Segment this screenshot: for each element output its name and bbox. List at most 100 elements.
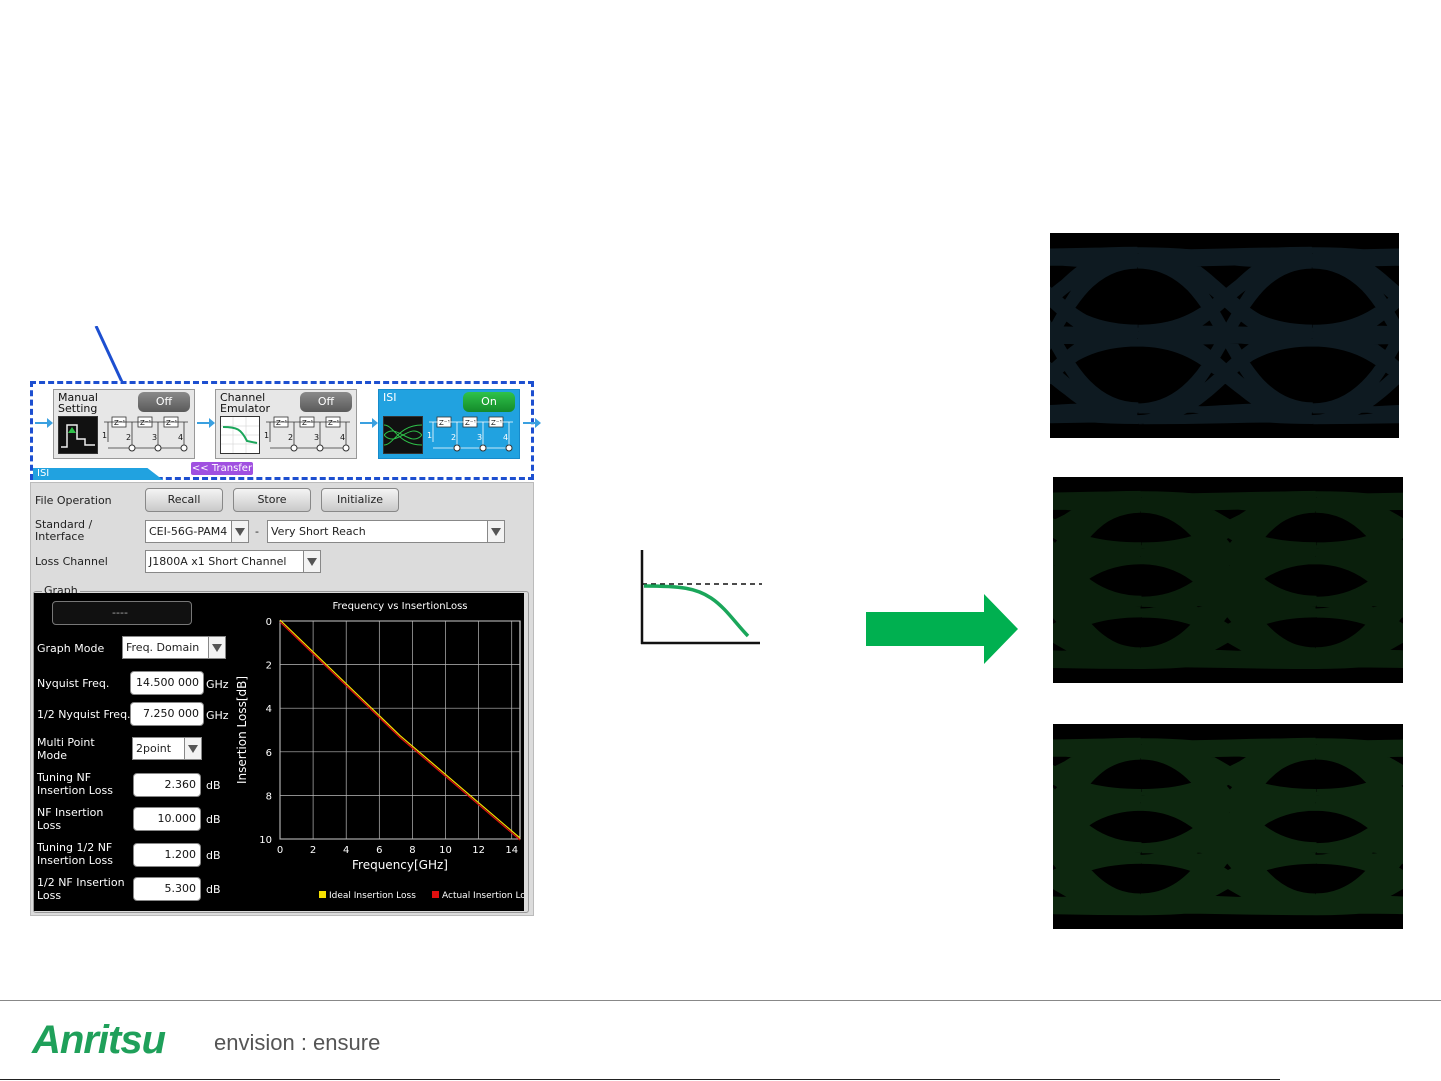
svg-text:1: 1 xyxy=(102,431,107,440)
half-nf-insertion-label-2: Loss xyxy=(37,889,62,902)
signal-path-flow: Manual Setting Off Z⁻¹ Z⁻¹ Z⁻¹ 1 2 3 4 Channe… xyxy=(30,381,541,480)
svg-text:3: 3 xyxy=(314,433,319,442)
svg-text:2: 2 xyxy=(126,433,131,442)
chevron-down-icon xyxy=(487,521,504,542)
eye-traces xyxy=(1050,246,1399,425)
recall-button[interactable]: Recall xyxy=(145,488,223,512)
graph-mode-label: Graph Mode xyxy=(37,642,105,655)
svg-text:Z⁻¹: Z⁻¹ xyxy=(491,419,502,427)
eye2-svg xyxy=(1053,490,1403,669)
svg-text:1: 1 xyxy=(427,431,432,440)
transfer-button[interactable]: << Transfer xyxy=(191,462,253,475)
manual-setting-toggle[interactable]: Off xyxy=(138,392,190,412)
standard-select[interactable]: CEI-56G-PAM4 xyxy=(145,520,249,543)
eye-trace-path xyxy=(1053,737,1403,916)
multipoint-select[interactable]: 2point xyxy=(132,737,202,760)
svg-text:Z⁻¹: Z⁻¹ xyxy=(166,419,177,427)
db-unit: dB xyxy=(206,813,221,826)
chart-title: Frequency vs InsertionLoss xyxy=(333,601,468,612)
svg-text:Z⁻¹: Z⁻¹ xyxy=(328,419,339,427)
flow-arrow xyxy=(360,418,378,428)
nf-insertion-field[interactable]: 10.000 xyxy=(133,807,201,831)
half-nyquist-field[interactable]: 7.250 000 xyxy=(130,702,204,726)
standard-interface-label: Standard / Interface xyxy=(35,518,93,543)
x-tick-label: 2 xyxy=(310,845,316,856)
tuning-half-nf-label: Tuning 1/2 NF xyxy=(37,841,113,854)
svg-text:Z⁻¹: Z⁻¹ xyxy=(302,419,313,427)
isi-toggle[interactable]: On xyxy=(463,392,515,412)
multipoint-label: Multi Point xyxy=(37,736,95,749)
nyquist-freq-field[interactable]: 14.500 000 xyxy=(130,671,204,695)
anritsu-logo: Anritsu xyxy=(32,1018,166,1062)
y-tick-label: 2 xyxy=(266,661,272,672)
multipoint-label-2: Mode xyxy=(37,749,67,762)
tuning-half-nf-field[interactable]: 1.200 xyxy=(133,843,201,867)
tab-isi[interactable]: ISI xyxy=(33,468,163,480)
eye-trace-path xyxy=(1053,490,1403,669)
graph-display-field: ---- xyxy=(52,601,192,625)
block-title: ISI xyxy=(383,391,397,404)
half-nyquist-unit: GHz xyxy=(206,709,229,722)
plot-frame xyxy=(279,620,521,840)
separator-dash: - xyxy=(255,525,259,538)
x-tick-label: 6 xyxy=(376,845,382,856)
svg-text:Z⁻¹: Z⁻¹ xyxy=(439,419,450,427)
eye-diagram-blue xyxy=(1050,233,1399,438)
x-tick-label: 4 xyxy=(343,845,349,856)
standard-select-value: CEI-56G-PAM4 xyxy=(149,525,228,538)
graph-area: ---- Graph Mode Freq. Domain Nyquist Fre… xyxy=(34,593,524,911)
eye-diagram-green-closed xyxy=(1053,724,1403,929)
store-button[interactable]: Store xyxy=(233,488,311,512)
ffe-taps-diagram: Z⁻¹ Z⁻¹ Z⁻¹ 1 2 3 4 xyxy=(102,416,188,452)
db-unit: dB xyxy=(206,779,221,792)
tagline: envision : ensure xyxy=(214,1030,381,1055)
block-channel-emulator[interactable]: Channel Emulator Off Z⁻¹ Z⁻¹ Z⁻¹ 1 2 3 4 xyxy=(215,389,357,459)
loss-channel-select[interactable]: J1800A x1 Short Channel xyxy=(145,550,321,573)
half-nyquist-label: 1/2 Nyquist Freq. xyxy=(37,708,131,721)
y-tick-label: 10 xyxy=(259,835,272,846)
initialize-button[interactable]: Initialize xyxy=(321,488,399,512)
reach-select[interactable]: Very Short Reach xyxy=(267,520,505,543)
nyquist-freq-label: Nyquist Freq. xyxy=(37,677,110,690)
y-tick-label: 4 xyxy=(266,704,272,715)
multipoint-value: 2point xyxy=(136,742,172,755)
legend-swatch xyxy=(432,891,439,898)
legend-label: Ideal Insertion Loss xyxy=(329,891,416,901)
nf-insertion-label: NF Insertion xyxy=(37,806,104,819)
eye-diagram-green-pam4 xyxy=(1053,477,1403,683)
legend-label: Actual Insertion Loss xyxy=(442,891,524,901)
chevron-down-icon xyxy=(231,521,248,542)
x-tick-label: 12 xyxy=(472,845,485,856)
annotation-pointer-line xyxy=(94,326,124,383)
flow-arrow xyxy=(523,418,541,428)
svg-text:2: 2 xyxy=(288,433,293,442)
x-tick-label: 8 xyxy=(409,845,415,856)
frequency-response-sketch xyxy=(640,550,762,645)
channel-emulator-toggle[interactable]: Off xyxy=(300,392,352,412)
tuning-nf-field[interactable]: 2.360 xyxy=(133,773,201,797)
svg-text:4: 4 xyxy=(340,433,345,442)
manual-setting-waveform-icon xyxy=(58,416,98,454)
ffe-taps-diagram: Z⁻¹ Z⁻¹ Z⁻¹ 1 2 3 4 xyxy=(264,416,350,452)
eye3-svg xyxy=(1053,737,1403,916)
eye-trace-path xyxy=(1050,246,1399,425)
svg-text:Z⁻¹: Z⁻¹ xyxy=(276,419,287,427)
graph-mode-select[interactable]: Freq. Domain xyxy=(122,636,226,659)
loss-channel-label: Loss Channel xyxy=(35,555,108,568)
ffe-taps-diagram: Z⁻¹ Z⁻¹ Z⁻¹ 1 2 3 4 xyxy=(427,416,513,452)
svg-text:Z⁻¹: Z⁻¹ xyxy=(465,419,476,427)
svg-text:1: 1 xyxy=(264,431,269,440)
tuning-nf-label-2: Insertion Loss xyxy=(37,784,113,797)
isi-settings-panel: File Operation Recall Store Initialize S… xyxy=(30,482,534,916)
block-isi[interactable]: ISI On Z⁻¹ Z⁻¹ Z⁻¹ 1 2 3 4 xyxy=(378,389,520,459)
chevron-down-icon xyxy=(184,738,201,759)
channel-response-icon xyxy=(220,416,260,454)
block-manual-setting[interactable]: Manual Setting Off Z⁻¹ Z⁻¹ Z⁻¹ 1 2 3 4 xyxy=(53,389,195,459)
graph-mode-value: Freq. Domain xyxy=(126,641,200,654)
svg-text:4: 4 xyxy=(503,433,508,442)
eye1-svg xyxy=(1050,246,1399,425)
nf-insertion-label-2: Loss xyxy=(37,819,62,832)
x-tick-label: 0 xyxy=(277,845,283,856)
half-nf-insertion-field[interactable]: 5.300 xyxy=(133,877,201,901)
insertion-loss-chart: Frequency vs InsertionLoss 0 2 4 6 8 10 12 14 0 2 4… xyxy=(235,601,524,901)
